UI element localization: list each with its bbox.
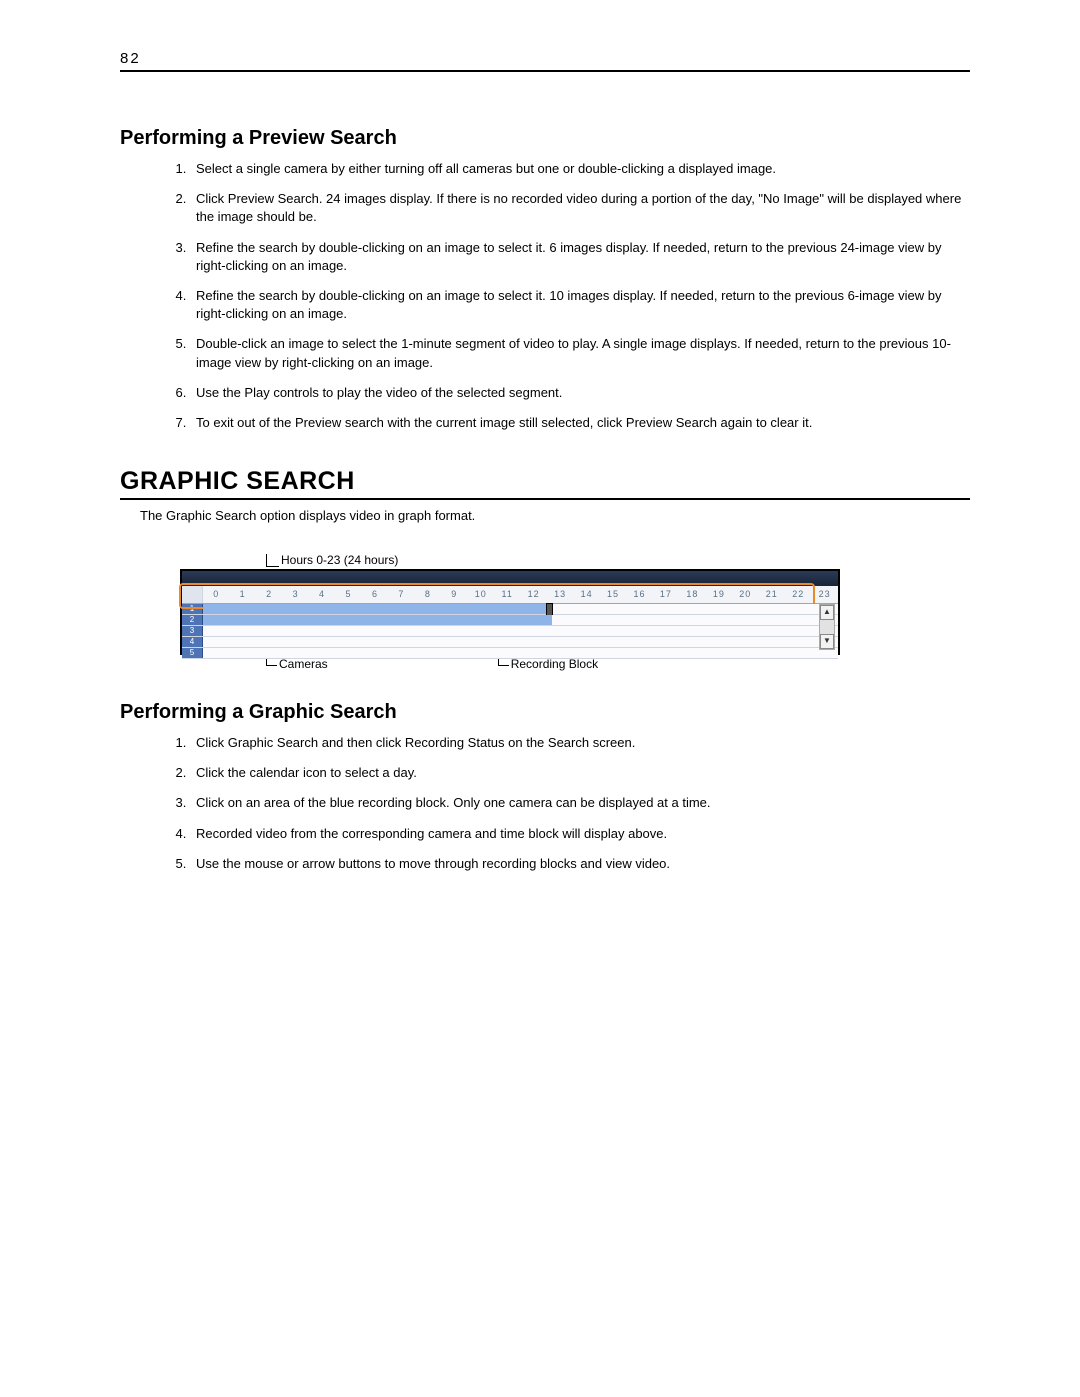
recording-area[interactable] — [203, 637, 838, 647]
timeline-panel: 0 1 2 3 4 5 6 7 8 9 10 11 12 13 14 15 16… — [180, 569, 840, 655]
camera-label: 5 — [182, 648, 203, 658]
camera-row: 4 — [182, 637, 838, 648]
hour-cell: 21 — [759, 586, 785, 603]
list-item: Click the calendar icon to select a day. — [190, 764, 970, 782]
camera-row: 2 — [182, 615, 838, 626]
list-item: Double-click an image to select the 1-mi… — [190, 335, 970, 371]
hour-cell: 19 — [706, 586, 732, 603]
hour-cell: 12 — [520, 586, 546, 603]
hour-cell: 11 — [494, 586, 520, 603]
recording-area[interactable] — [203, 615, 838, 625]
hour-cell: 6 — [362, 586, 388, 603]
callout-line-icon — [266, 554, 279, 567]
list-item: Select a single camera by either turning… — [190, 160, 970, 178]
camera-label: 2 — [182, 615, 203, 625]
camera-label: 4 — [182, 637, 203, 647]
recording-area[interactable] — [203, 604, 838, 614]
heading-graphic-search: GRAPHIC SEARCH — [120, 467, 970, 496]
camera-column-header — [182, 586, 203, 603]
bottom-callouts: Cameras Recording Block — [180, 657, 840, 671]
hour-cell: 13 — [547, 586, 573, 603]
recording-block[interactable] — [203, 615, 552, 625]
hour-cell: 5 — [335, 586, 361, 603]
callout-hours-label: Hours 0-23 (24 hours) — [281, 553, 398, 567]
list-item: To exit out of the Preview search with t… — [190, 414, 970, 432]
callout-recording-block: Recording Block — [498, 657, 598, 671]
list-item: Use the mouse or arrow buttons to move t… — [190, 855, 970, 873]
vertical-scrollbar[interactable]: ▲ ▼ — [819, 604, 835, 650]
hour-cell: 2 — [256, 586, 282, 603]
graphic-search-steps: Click Graphic Search and then click Reco… — [120, 734, 970, 873]
callout-cameras: Cameras — [266, 657, 328, 671]
graphic-search-figure: Hours 0-23 (24 hours) 0 1 2 3 4 5 6 7 8 … — [180, 553, 840, 671]
scroll-down-icon[interactable]: ▼ — [820, 634, 834, 649]
scroll-up-icon[interactable]: ▲ — [820, 605, 834, 620]
hour-cell: 9 — [441, 586, 467, 603]
camera-row: 1 — [182, 604, 838, 615]
recording-area[interactable] — [203, 648, 838, 658]
camera-row: 5 — [182, 648, 838, 659]
hour-cell: 20 — [732, 586, 758, 603]
hour-cell: 15 — [600, 586, 626, 603]
graphic-search-intro: The Graphic Search option displays video… — [120, 508, 970, 523]
hour-cell: 8 — [415, 586, 441, 603]
list-item: Click on an area of the blue recording b… — [190, 794, 970, 812]
hour-cell: 7 — [388, 586, 414, 603]
hours-row: 0 1 2 3 4 5 6 7 8 9 10 11 12 13 14 15 16… — [182, 586, 838, 604]
list-item: Recorded video from the corresponding ca… — [190, 825, 970, 843]
callout-recording-label: Recording Block — [511, 657, 598, 671]
camera-label: 1 — [182, 604, 203, 614]
list-item: Click Graphic Search and then click Reco… — [190, 734, 970, 752]
section-divider — [120, 498, 970, 500]
hour-cell: 23 — [811, 586, 837, 603]
hour-cell: 17 — [653, 586, 679, 603]
page-number: 82 — [120, 50, 141, 67]
callout-hours: Hours 0-23 (24 hours) — [266, 553, 840, 567]
hour-cell: 10 — [468, 586, 494, 603]
list-item: Click Preview Search. 24 images display.… — [190, 190, 970, 226]
list-item: Use the Play controls to play the video … — [190, 384, 970, 402]
recording-block[interactable] — [203, 604, 552, 614]
hour-cell: 0 — [203, 586, 229, 603]
recording-area[interactable] — [203, 626, 838, 636]
heading-preview-search: Performing a Preview Search — [120, 127, 970, 150]
heading-performing-graphic-search: Performing a Graphic Search — [120, 701, 970, 724]
hour-cell: 16 — [626, 586, 652, 603]
hour-cell: 1 — [229, 586, 255, 603]
hour-cell: 22 — [785, 586, 811, 603]
hour-cell: 18 — [679, 586, 705, 603]
hour-cell: 14 — [573, 586, 599, 603]
camera-row: 3 — [182, 626, 838, 637]
list-item: Refine the search by double-clicking on … — [190, 239, 970, 275]
document-page: 82 Performing a Preview Search Select a … — [0, 0, 1080, 958]
camera-label: 3 — [182, 626, 203, 636]
list-item: Refine the search by double-clicking on … — [190, 287, 970, 323]
preview-search-steps: Select a single camera by either turning… — [120, 160, 970, 432]
page-header: 82 — [120, 50, 970, 72]
hour-cell: 4 — [309, 586, 335, 603]
callout-cameras-label: Cameras — [279, 657, 328, 671]
timeline-header-bar — [182, 571, 838, 586]
hour-cell: 3 — [282, 586, 308, 603]
